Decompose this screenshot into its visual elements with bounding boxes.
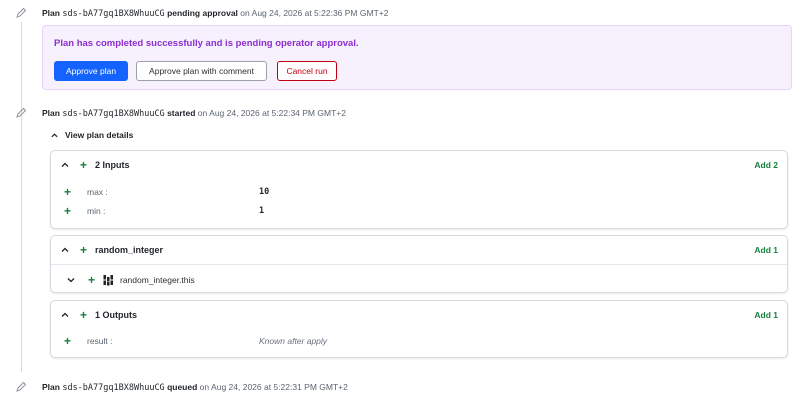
input-value: 1 <box>259 206 265 216</box>
event-prefix: Plan <box>42 108 60 118</box>
plus-icon: + <box>80 158 88 172</box>
outputs-add-count: Add 1 <box>754 310 778 320</box>
event-on: on <box>199 382 210 392</box>
inputs-card: + 2 Inputs Add 2 + max : 10 + min : 1 <box>50 150 788 229</box>
resource-card: + random_integer Add 1 + random_integer.… <box>50 235 788 293</box>
resource-title: random_integer <box>95 245 164 255</box>
chevron-down-icon[interactable] <box>66 275 76 285</box>
event-timestamp: Aug 24, 2026 at 5:22:34 PM GMT+2 <box>209 108 346 118</box>
inputs-add-count: Add 2 <box>754 160 778 170</box>
run-id[interactable]: sds-bA77gq1BX8WhuuCG <box>62 9 164 19</box>
input-row: + min : 1 <box>51 202 787 220</box>
plus-icon: + <box>88 273 96 287</box>
divider <box>51 264 787 265</box>
pencil-icon <box>16 7 27 18</box>
event-timestamp: Aug 24, 2026 at 5:22:31 PM GMT+2 <box>211 382 348 392</box>
run-id[interactable]: sds-bA77gq1BX8WhuuCG <box>62 109 164 119</box>
event-queued: Plan sds-bA77gq1BX8WhuuCG queued on Aug … <box>42 382 348 393</box>
inputs-card-header[interactable]: + 2 Inputs Add 2 <box>51 151 787 179</box>
plus-icon: + <box>64 185 72 199</box>
resource-item-name: random_integer.this <box>120 275 195 285</box>
plus-icon: + <box>64 204 72 218</box>
approval-message: Plan has completed successfully and is p… <box>54 38 359 49</box>
input-key: min : <box>87 206 106 216</box>
resource-add-count: Add 1 <box>754 245 778 255</box>
run-id[interactable]: sds-bA77gq1BX8WhuuCG <box>62 383 164 393</box>
approve-plan-button[interactable]: Approve plan <box>54 61 128 81</box>
timeline-line <box>21 22 22 372</box>
plus-icon: + <box>80 243 88 257</box>
approve-with-comment-button[interactable]: Approve plan with comment <box>136 61 267 81</box>
pencil-icon <box>16 381 27 392</box>
outputs-card: + 1 Outputs Add 1 + result : Known after… <box>50 300 788 358</box>
resource-card-header[interactable]: + random_integer Add 1 <box>51 236 787 264</box>
output-key: result : <box>87 336 113 346</box>
input-key: max : <box>87 187 108 197</box>
approval-panel: Plan has completed successfully and is p… <box>42 25 792 90</box>
event-status: pending approval <box>167 8 238 18</box>
chevron-up-icon <box>61 247 69 252</box>
chevron-up-icon <box>61 162 69 167</box>
event-started: Plan sds-bA77gq1BX8WhuuCG started on Aug… <box>42 108 346 119</box>
output-row: + result : Known after apply <box>51 332 787 350</box>
view-plan-details-label: View plan details <box>65 130 134 140</box>
event-status: queued <box>167 382 198 392</box>
inputs-title: 2 Inputs <box>95 160 130 170</box>
chevron-up-icon <box>61 312 69 317</box>
plus-icon: + <box>80 308 88 322</box>
event-status: started <box>167 108 196 118</box>
divider <box>51 179 787 180</box>
output-value: Known after apply <box>259 336 328 346</box>
cancel-run-button[interactable]: Cancel run <box>277 61 337 81</box>
resource-item-row[interactable]: + random_integer.this <box>51 271 787 289</box>
terraform-resource-icon <box>103 275 113 286</box>
event-timestamp: Aug 24, 2026 at 5:22:36 PM GMT+2 <box>251 8 389 18</box>
outputs-card-header[interactable]: + 1 Outputs Add 1 <box>51 301 787 329</box>
view-plan-details-toggle[interactable]: View plan details <box>50 130 133 140</box>
chevron-up-icon <box>51 132 58 137</box>
pencil-icon <box>16 107 27 118</box>
event-prefix: Plan <box>42 8 60 18</box>
event-on: on <box>197 108 208 118</box>
plus-icon: + <box>64 334 72 348</box>
event-prefix: Plan <box>42 382 60 392</box>
event-pending-approval: Plan sds-bA77gq1BX8WhuuCG pending approv… <box>42 8 388 19</box>
input-value: 10 <box>259 187 270 197</box>
event-on: on <box>240 8 250 18</box>
outputs-title: 1 Outputs <box>95 310 137 320</box>
input-row: + max : 10 <box>51 183 787 201</box>
